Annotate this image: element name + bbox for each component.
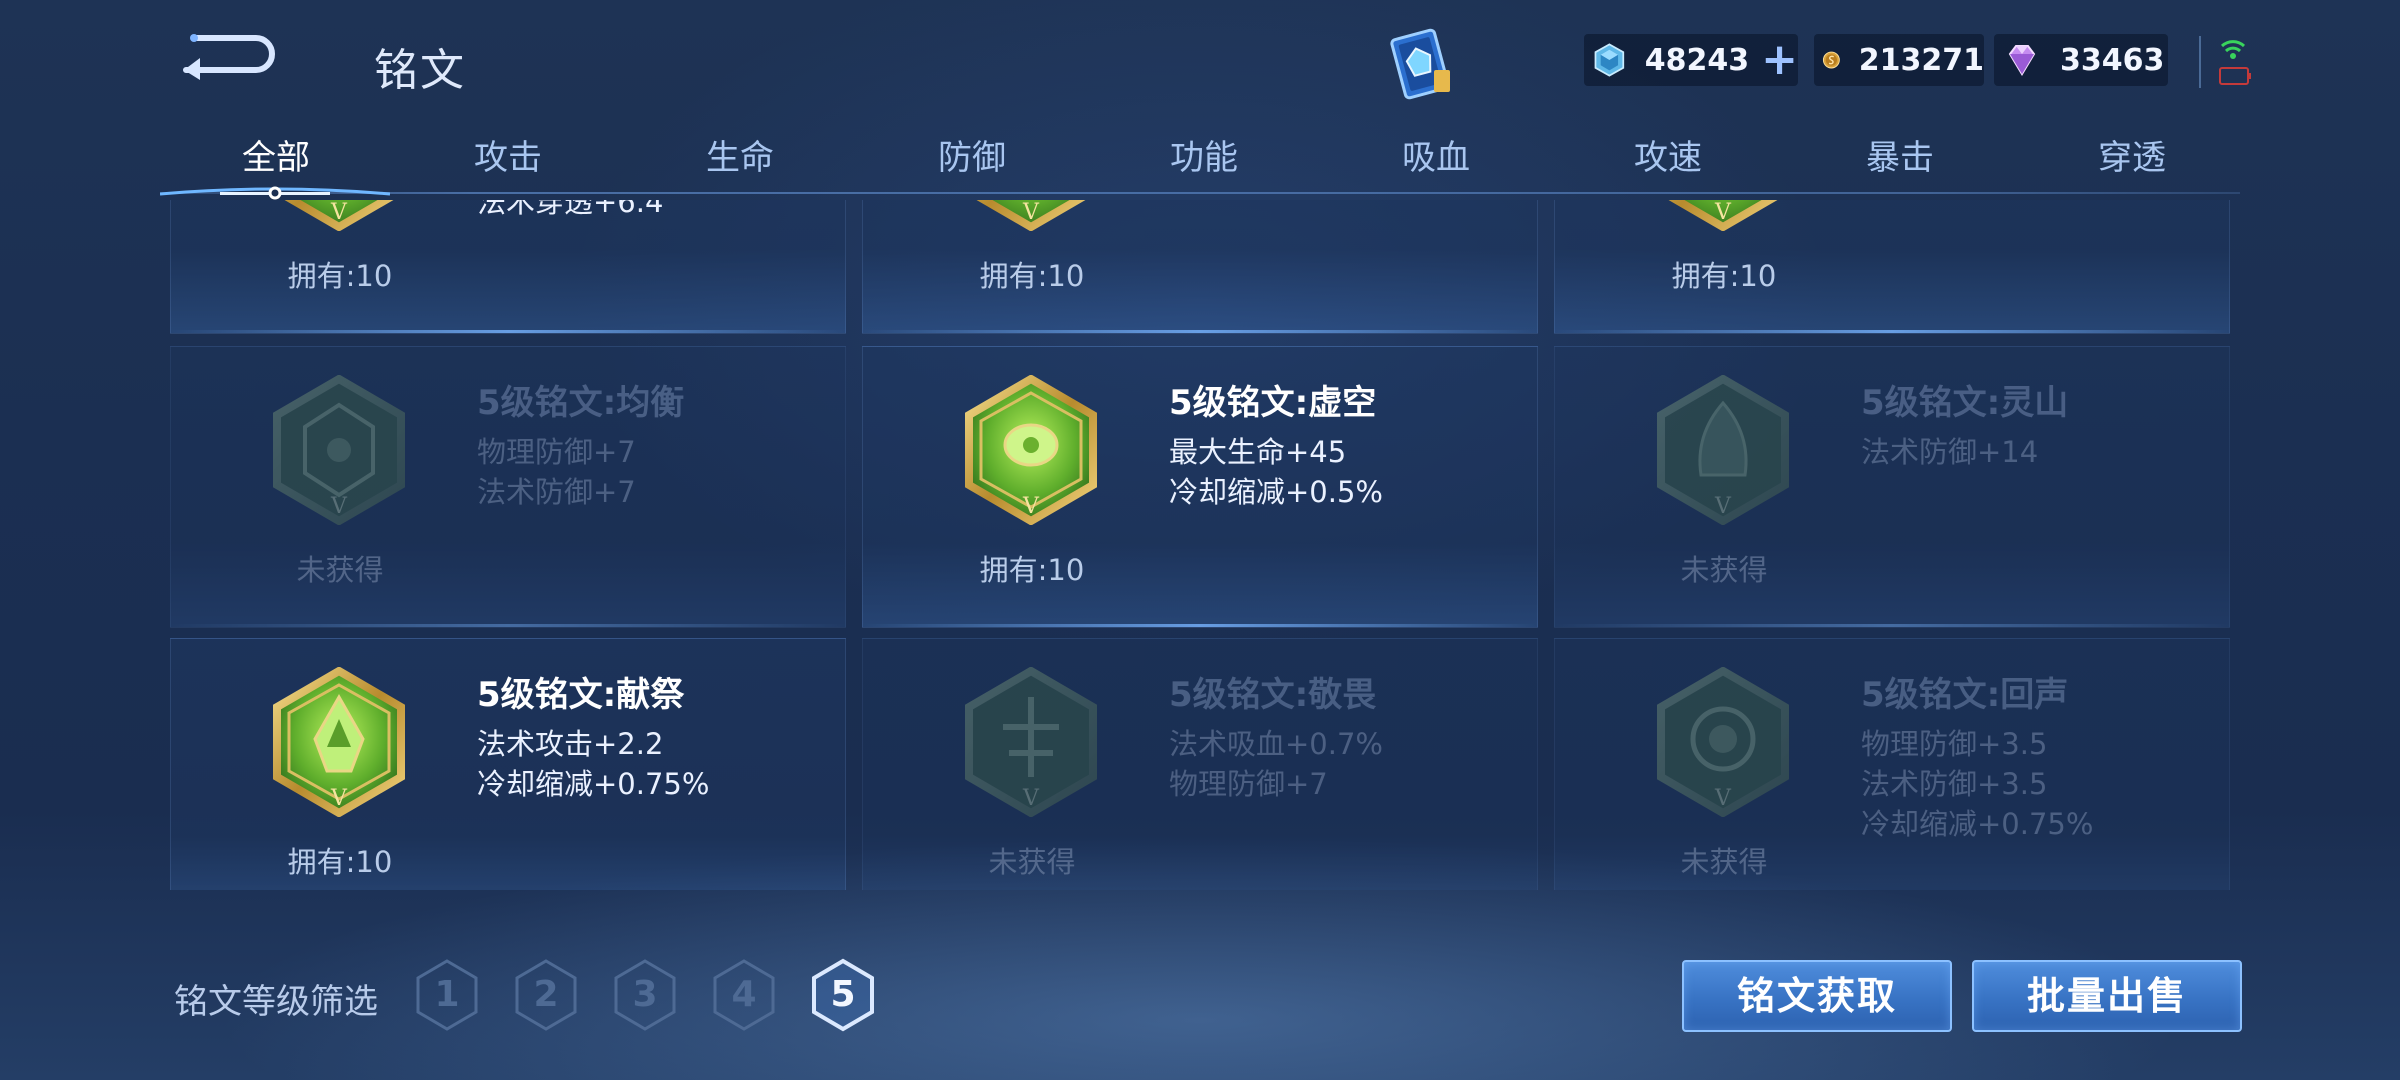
page-title: 铭文 [374, 45, 466, 96]
svg-text:V: V [330, 786, 348, 811]
diamond-balance: 48243 + [1584, 34, 1798, 86]
inscription-stat: 物理防御+7 [1169, 767, 1328, 801]
awe-emblem-icon: V [965, 667, 1097, 817]
level-filter-2-button[interactable]: 2 [513, 958, 579, 1032]
inscription-card-echo[interactable]: V 5级铭文:回声 物理防御+3.5 法术防御+3.5 冷却缩减+0.75% 未… [1554, 638, 2230, 890]
void-emblem-icon: V [965, 375, 1097, 525]
inscription-stat: 冷却缩减+0.75% [1861, 807, 2094, 841]
balance-emblem-icon: V [273, 375, 405, 525]
gold-coin-icon [1822, 51, 1840, 69]
inscription-card[interactable]: V 拥有:10 [862, 200, 1538, 334]
sacrifice-emblem-icon: V [273, 667, 405, 817]
tab-all[interactable]: 全部 [160, 130, 392, 190]
tab-health[interactable]: 生命 [624, 130, 856, 190]
inscription-name: 5级铭文:灵山 [1861, 383, 2069, 423]
inscription-name: 5级铭文:回声 [1861, 675, 2069, 715]
not-obtained-label: 未获得 [1680, 845, 1768, 879]
add-diamond-plus-icon[interactable]: + [1761, 38, 1798, 82]
back-arrow-icon[interactable] [178, 30, 278, 82]
wifi-battery-icon [2199, 36, 2251, 88]
svg-text:V: V [1714, 786, 1732, 811]
lingshan-emblem-icon: V [1657, 375, 1789, 525]
inscription-card[interactable]: V 拥有:10 [1554, 200, 2230, 334]
not-obtained-label: 未获得 [988, 845, 1076, 879]
tab-critical[interactable]: 暴击 [1784, 130, 2016, 190]
level-number: 2 [533, 974, 559, 1015]
inscription-card-void[interactable]: V 5级铭文:虚空 最大生命+45 冷却缩减+0.5% 拥有:10 [862, 346, 1538, 628]
inscription-name: 5级铭文:均衡 [477, 383, 685, 423]
echo-emblem-icon: V [1657, 667, 1789, 817]
inscription-grid: V 法术穿透+6.4 拥有:10 V 拥有:10 V 拥有:10 V 5级铭文:… [170, 200, 2230, 890]
level-filter-label: 铭文等级筛选 [174, 982, 378, 1022]
tab-penetration[interactable]: 穿透 [2016, 130, 2248, 190]
level-number: 3 [632, 974, 658, 1015]
tab-attack[interactable]: 攻击 [392, 130, 624, 190]
tab-function[interactable]: 功能 [1088, 130, 1320, 190]
inscription-card[interactable]: V 法术穿透+6.4 拥有:10 [170, 200, 846, 334]
tab-attack-speed[interactable]: 攻速 [1552, 130, 1784, 190]
owned-count: 拥有:10 [287, 845, 393, 879]
inscription-stat: 法术防御+7 [477, 475, 636, 509]
svg-text:V: V [1714, 494, 1732, 519]
owned-count: 拥有:10 [1671, 259, 1777, 293]
inscription-name: 5级铭文:虚空 [1169, 383, 1377, 423]
inscription-stat: 法术防御+3.5 [1861, 767, 2048, 801]
inscription-name: 5级铭文:献祭 [477, 675, 685, 715]
inscription-stat: 法术吸血+0.7% [1169, 727, 1383, 761]
inscription-stat: 物理防御+3.5 [1861, 727, 2048, 761]
bulk-sell-button[interactable]: 批量出售 [1972, 960, 2242, 1032]
level-number: 1 [434, 974, 460, 1015]
level-filter-3-button[interactable]: 3 [612, 958, 678, 1032]
inscription-emblem-icon: V [976, 200, 1086, 231]
inscription-card-awe[interactable]: V 5级铭文:敬畏 法术吸血+0.7% 物理防御+7 未获得 [862, 638, 1538, 890]
level-filter-5-button[interactable]: 5 [810, 958, 876, 1032]
inscription-stat: 法术攻击+2.2 [477, 727, 664, 761]
category-tabs: 全部 攻击 生命 防御 功能 吸血 攻速 暴击 穿透 [160, 130, 2240, 200]
gold-balance: 213271 [1814, 34, 1984, 86]
level-filter-1-button[interactable]: 1 [414, 958, 480, 1032]
owned-count: 拥有:10 [287, 259, 393, 293]
inscription-emblem-icon: V [1668, 200, 1778, 231]
level-number: 4 [731, 974, 757, 1015]
not-obtained-label: 未获得 [296, 553, 384, 587]
diamond-value: 48243 [1644, 42, 1750, 78]
obtain-inscription-button[interactable]: 铭文获取 [1682, 960, 1952, 1032]
svg-text:V: V [1022, 786, 1040, 811]
svg-text:V: V [330, 200, 348, 225]
level-number: 5 [830, 974, 856, 1015]
inscription-stat: 冷却缩减+0.75% [477, 767, 710, 801]
inscription-card-lingshan[interactable]: V 5级铭文:灵山 法术防御+14 未获得 [1554, 346, 2230, 628]
tab-divider [160, 192, 2240, 194]
inscription-name: 5级铭文:敬畏 [1169, 675, 1377, 715]
inscription-emblem-icon: V [284, 200, 394, 231]
inscription-stat: 冷却缩减+0.5% [1169, 475, 1383, 509]
not-obtained-label: 未获得 [1680, 553, 1768, 587]
inscription-card-balance[interactable]: V 5级铭文:均衡 物理防御+7 法术防御+7 未获得 [170, 346, 846, 628]
svg-text:V: V [1714, 200, 1732, 225]
svg-text:V: V [1022, 200, 1040, 225]
owned-count: 拥有:10 [979, 553, 1085, 587]
svg-text:V: V [330, 494, 348, 519]
inscription-stat: 最大生命+45 [1169, 435, 1347, 469]
tab-lifesteal[interactable]: 吸血 [1320, 130, 1552, 190]
level-filter-4-button[interactable]: 4 [711, 958, 777, 1032]
gem-value: 33463 [2060, 42, 2165, 78]
blue-diamond-icon [1594, 43, 1625, 77]
inscription-stat: 物理防御+7 [477, 435, 636, 469]
svg-text:V: V [1022, 494, 1040, 519]
purple-gem-icon [2008, 45, 2036, 76]
owned-count: 拥有:10 [979, 259, 1085, 293]
inscription-stat: 法术穿透+6.4 [477, 200, 664, 219]
inscription-book-icon[interactable] [1380, 24, 1460, 104]
gem-balance: 33463 [1994, 34, 2168, 86]
inscription-card-sacrifice[interactable]: V 5级铭文:献祭 法术攻击+2.2 冷却缩减+0.75% 拥有:10 [170, 638, 846, 890]
gold-value: 213271 [1858, 42, 1984, 78]
tab-defense[interactable]: 防御 [856, 130, 1088, 190]
inscription-stat: 法术防御+14 [1861, 435, 2039, 469]
